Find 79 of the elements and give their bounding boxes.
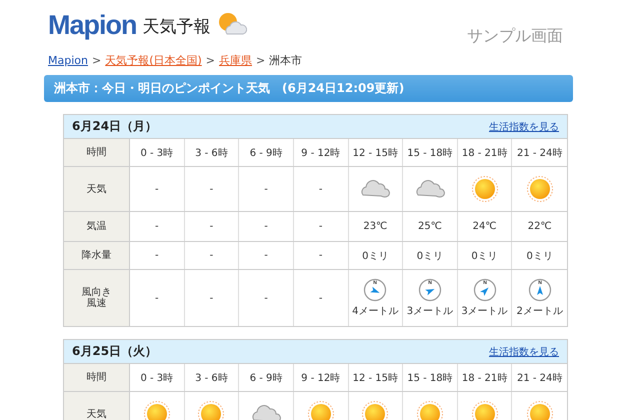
wind-speed: 4メートル: [352, 305, 398, 318]
table-cell: -: [264, 292, 268, 304]
breadcrumb-item[interactable]: 兵庫県: [219, 53, 252, 68]
life-index-link[interactable]: 生活指数を見る: [489, 344, 559, 358]
table-cell-text: 18 - 21時: [462, 372, 508, 384]
table-cell-text: 0ミリ: [526, 250, 553, 262]
table-cell: -: [318, 184, 322, 194]
row-label: 風向き風速: [80, 287, 112, 309]
table-cell: 25℃: [418, 221, 442, 232]
table-cell-text: 21 - 24時: [516, 372, 562, 384]
wind-speed: 3メートル: [461, 305, 508, 318]
breadcrumb-item[interactable]: 天気予報(日本全国): [105, 53, 202, 68]
table-cell: -: [155, 250, 159, 261]
table-cell: -: [210, 184, 214, 194]
sun-icon: [526, 401, 553, 420]
table-cell-text: 9 - 12時: [301, 372, 340, 384]
sample-label: サンプル画面: [467, 26, 563, 47]
date-heading: 6月24日（月）: [72, 118, 158, 135]
table-cell-text: 18 - 21時: [462, 146, 508, 160]
sun-icon: [472, 176, 498, 202]
wind-speed: 3メートル: [406, 305, 454, 318]
row-label: 気温: [86, 221, 106, 232]
table-cell-text: 12 - 15時: [352, 372, 398, 384]
table-cell-text: 3 - 6時: [195, 372, 228, 384]
table-cell-text: 15 - 18時: [407, 372, 453, 384]
row-label: 天気: [86, 184, 106, 194]
cloud-icon: [251, 403, 282, 420]
cloud-icon: [414, 178, 445, 200]
table-cell: -: [210, 250, 214, 261]
table-cell: -: [210, 221, 214, 232]
table-cell: 24℃: [472, 221, 497, 232]
table-cell: 22℃: [528, 221, 552, 232]
table-cell: -: [264, 221, 268, 232]
wind-speed: 2メートル: [516, 305, 563, 318]
table-cell-text: 0 - 3時: [140, 372, 174, 384]
row-label: 天気: [86, 408, 106, 420]
table-cell: -: [155, 221, 159, 232]
row-label: 時間: [86, 147, 106, 158]
forecast-banner: 洲本市：今日・明日のピンポイント天気 (6月24日12:09更新): [44, 75, 573, 102]
breadcrumb-separator: >: [256, 54, 266, 67]
table-cell: -: [318, 221, 322, 232]
sun-icon: [144, 401, 170, 420]
date-heading: 6月25日（火）: [72, 343, 158, 360]
table-cell-text: 0 - 3時: [140, 146, 174, 160]
sun-icon: [198, 401, 224, 420]
breadcrumb-item[interactable]: Mapion: [48, 54, 88, 67]
table-cell-text: 9 - 12時: [301, 146, 340, 160]
table-cell: -: [318, 250, 322, 261]
table-cell-text: 0ミリ: [362, 250, 388, 262]
table-cell-text: 0ミリ: [416, 250, 444, 262]
sun-icon: [362, 401, 388, 420]
breadcrumb-separator: >: [206, 54, 216, 67]
sun-icon: [308, 401, 334, 420]
table-cell: -: [155, 292, 159, 304]
sun-icon: [416, 401, 443, 420]
sun-icon: [526, 176, 553, 202]
table-cell: 23℃: [363, 221, 388, 232]
table-cell: -: [210, 292, 214, 304]
sun-cloud-icon: [216, 12, 246, 36]
table-cell-text: 6 - 9時: [250, 372, 282, 384]
table-cell-text: 6 - 9時: [250, 146, 282, 160]
table-cell-text: 0ミリ: [471, 250, 498, 262]
breadcrumb-separator: >: [92, 54, 102, 67]
table-cell-text: 12 - 15時: [352, 146, 398, 160]
table-cell-text: 21 - 24時: [516, 146, 562, 160]
table-cell: -: [264, 250, 268, 261]
table-cell-text: 15 - 18時: [407, 146, 453, 160]
table-cell: -: [318, 292, 322, 304]
table-cell: -: [155, 184, 159, 194]
row-label: 降水量: [82, 250, 112, 261]
table-cell-text: 3 - 6時: [195, 146, 228, 160]
row-label: 時間: [86, 372, 106, 383]
breadcrumb-item: 洲本市: [269, 53, 302, 68]
page-title: 天気予報: [142, 16, 210, 39]
table-cell: -: [264, 184, 268, 194]
logo[interactable]: Mapion: [48, 10, 136, 40]
life-index-link[interactable]: 生活指数を見る: [489, 120, 559, 134]
cloud-icon: [360, 178, 390, 200]
sun-icon: [472, 401, 498, 420]
